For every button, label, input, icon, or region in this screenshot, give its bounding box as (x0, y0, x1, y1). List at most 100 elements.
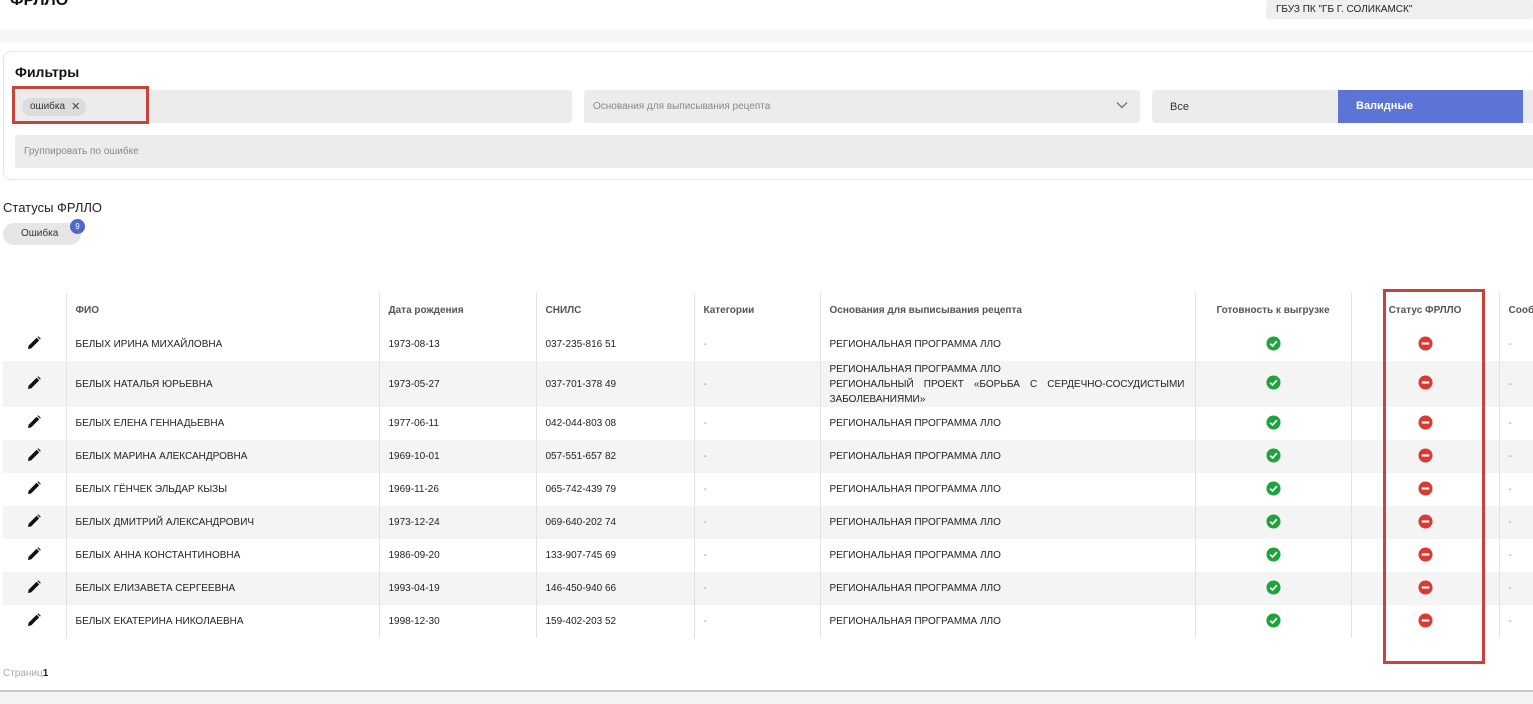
basis-cell: РЕГИОНАЛЬНАЯ ПРОГРАММА ЛЛО (820, 328, 1196, 361)
category-cell: - (694, 572, 821, 605)
category-cell: - (694, 361, 821, 407)
column-header-categories[interactable]: Категории (694, 293, 821, 328)
basis-line: РЕГИОНАЛЬНАЯ ПРОГРАММА ЛЛО (829, 484, 1001, 495)
toggle-valid-button[interactable]: Валидные (1338, 90, 1523, 123)
basis-line: РЕГИОНАЛЬНАЯ ПРОГРАММА ЛЛО (829, 616, 1001, 627)
statuses-title: Статусы ФРЛЛО (3, 200, 103, 215)
table-header-row: ФИО Дата рождения СНИЛС Категории Основа… (3, 293, 1533, 328)
edit-cell (3, 407, 67, 440)
table-row[interactable]: БЕЛЫХ ЕЛЕНА ГЕННАДЬЕВНА 1977-06-11 042-044… (3, 407, 1533, 440)
snils-cell: 146-450-940 66 (536, 572, 695, 605)
toggle-all-button[interactable]: Все (1170, 101, 1189, 113)
group-by-error-select[interactable] (15, 135, 1533, 168)
fio-cell: БЕЛЫХ ЕЛИЗАВЕТА СЕРГЕЕВНА (66, 572, 380, 605)
category-cell: - (694, 605, 821, 638)
edit-cell (3, 539, 67, 572)
message-cell: - (1499, 572, 1533, 605)
check-circle-icon (1265, 414, 1281, 430)
basis-line: РЕГИОНАЛЬНАЯ ПРОГРАММА ЛЛО (829, 418, 1001, 429)
table-row[interactable]: БЕЛЫХ ЕКАТЕРИНА НИКОЛАЕВНА 1998-12-30 159-… (3, 605, 1533, 638)
message-cell: - (1499, 440, 1533, 473)
basis-cell: РЕГИОНАЛЬНАЯ ПРОГРАММА ЛЛО (820, 572, 1196, 605)
column-header-fio[interactable]: ФИО (66, 293, 380, 328)
message-cell: - (1499, 361, 1533, 407)
basis-cell: РЕГИОНАЛЬНАЯ ПРОГРАММА ЛЛО РЕГИОНАЛЬНЫЙ П… (820, 361, 1196, 407)
message-cell: - (1499, 539, 1533, 572)
pencil-icon[interactable] (26, 414, 42, 430)
edit-cell (3, 473, 67, 506)
pencil-icon[interactable] (26, 513, 42, 529)
status-count-badge: 9 (70, 219, 85, 234)
basis-line: РЕГИОНАЛЬНЫЙ ПРОЕКТ «БОРЬБА С СЕРДЕЧНО-С… (829, 378, 1185, 390)
pencil-icon[interactable] (26, 612, 42, 628)
fio-cell: БЕЛЫХ ЕКАТЕРИНА НИКОЛАЕВНА (66, 605, 380, 638)
edit-cell (3, 361, 67, 407)
column-header-readiness[interactable]: Готовность к выгрузке (1195, 293, 1352, 328)
table-row[interactable]: БЕЛЫХ ИРИНА МИХАЙЛОВНА 1973-08-13 037-235-… (3, 328, 1533, 361)
pencil-icon[interactable] (26, 480, 42, 496)
message-cell: - (1499, 605, 1533, 638)
pencil-icon[interactable] (26, 335, 42, 351)
page-title: ФРЛЛО (10, 0, 69, 9)
check-circle-icon (1265, 480, 1281, 496)
readiness-cell (1195, 407, 1352, 440)
dob-cell: 1973-12-24 (379, 506, 537, 539)
readiness-cell (1195, 328, 1352, 361)
snils-cell: 065-742-439 79 (536, 473, 695, 506)
toggle-invalid-button[interactable] (1527, 90, 1533, 123)
basis-line: РЕГИОНАЛЬНАЯ ПРОГРАММА ЛЛО (829, 339, 1001, 350)
organization-select[interactable]: ГБУЗ ПК "ГБ Г. СОЛИКАМСК" (1266, 0, 1533, 19)
table-row[interactable]: БЕЛЫХ МАРИНА АЛЕКСАНДРОВНА 1969-10-01 057-… (3, 440, 1533, 473)
readiness-cell (1195, 361, 1352, 407)
check-circle-icon (1265, 513, 1281, 529)
readiness-cell (1195, 605, 1352, 638)
message-cell: - (1499, 328, 1533, 361)
pencil-icon[interactable] (26, 375, 42, 391)
message-cell: - (1499, 506, 1533, 539)
dob-cell: 1973-08-13 (379, 328, 537, 361)
chevron-down-icon[interactable] (1115, 98, 1129, 112)
pencil-icon[interactable] (26, 447, 42, 463)
category-cell: - (694, 328, 821, 361)
table-row[interactable]: БЕЛЫХ АННА КОНСТАНТИНОВНА 1986-09-20 133-9… (3, 539, 1533, 572)
table-row[interactable]: БЕЛЫХ ДМИТРИЙ АЛЕКСАНДРОВИЧ 1973-12-24 069… (3, 506, 1533, 539)
pagination-current-page[interactable]: 1 (43, 668, 49, 679)
check-circle-icon (1265, 579, 1281, 595)
fio-cell: БЕЛЫХ ДМИТРИЙ АЛЕКСАНДРОВИЧ (66, 506, 380, 539)
category-cell: - (694, 539, 821, 572)
edit-cell (3, 440, 67, 473)
category-cell: - (694, 440, 821, 473)
snils-cell: 069-640-202 74 (536, 506, 695, 539)
table-row[interactable]: БЕЛЫХ ГЁНЧЕК ЭЛЬДАР КЫЗЫ 1969-11-26 065-74… (3, 473, 1533, 506)
snils-cell: 133-907-745 69 (536, 539, 695, 572)
fio-cell: БЕЛЫХ АННА КОНСТАНТИНОВНА (66, 539, 380, 572)
edit-cell (3, 605, 67, 638)
column-header-basis[interactable]: Основания для выписывания рецепта (820, 293, 1196, 328)
basis-select-placeholder: Основания для выписывания рецепта (593, 101, 771, 112)
check-circle-icon (1265, 375, 1281, 390)
basis-line: РЕГИОНАЛЬНАЯ ПРОГРАММА ЛЛО (829, 363, 1001, 375)
snils-cell: 159-402-203 52 (536, 605, 695, 638)
basis-cell: РЕГИОНАЛЬНАЯ ПРОГРАММА ЛЛО (820, 506, 1196, 539)
table-row[interactable]: БЕЛЫХ ЕЛИЗАВЕТА СЕРГЕЕВНА 1993-04-19 146-4… (3, 572, 1533, 605)
pencil-icon[interactable] (26, 579, 42, 595)
pencil-icon[interactable] (26, 546, 42, 562)
category-cell: - (694, 473, 821, 506)
header-separator (0, 29, 1533, 43)
readiness-cell (1195, 506, 1352, 539)
basis-line: ЗАБОЛЕВАНИЯМИ» (829, 393, 926, 405)
basis-cell: РЕГИОНАЛЬНАЯ ПРОГРАММА ЛЛО (820, 605, 1196, 638)
column-header-snils[interactable]: СНИЛС (536, 293, 695, 328)
group-by-error-placeholder: Группировать по ошибке (24, 146, 139, 157)
check-circle-icon (1265, 612, 1281, 628)
basis-line: РЕГИОНАЛЬНАЯ ПРОГРАММА ЛЛО (829, 517, 1001, 528)
fio-cell: БЕЛЫХ ГЁНЧЕК ЭЛЬДАР КЫЗЫ (66, 473, 380, 506)
column-header-dob[interactable]: Дата рождения (379, 293, 537, 328)
filters-title: Фильтры (15, 64, 80, 80)
category-cell: - (694, 407, 821, 440)
highlight-box-status-column (1383, 289, 1485, 664)
dob-cell: 1993-04-19 (379, 572, 537, 605)
column-header-messages[interactable]: Сооб (1499, 293, 1533, 328)
snils-cell: 042-044-803 08 (536, 407, 695, 440)
table-row[interactable]: БЕЛЫХ НАТАЛЬЯ ЮРЬЕВНА 1973-05-27 037-701-3… (3, 361, 1533, 407)
